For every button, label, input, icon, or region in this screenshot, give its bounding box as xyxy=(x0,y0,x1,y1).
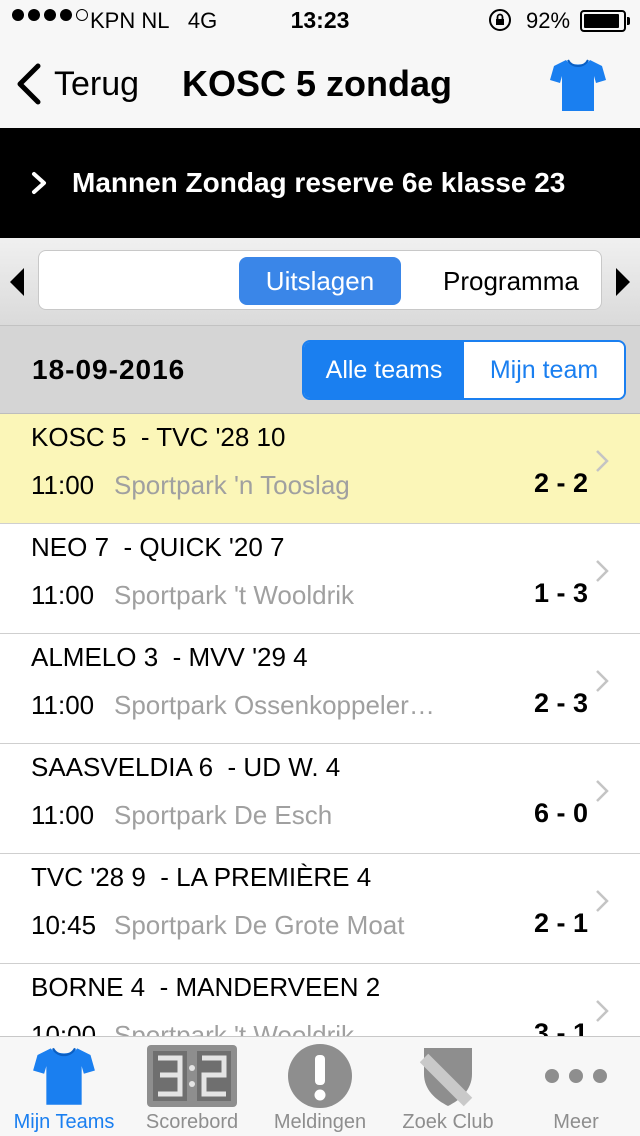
match-teams: TVC '28 9 - LA PREMIÈRE 4 xyxy=(31,862,372,892)
filter-my-team[interactable]: Mijn team xyxy=(464,342,624,398)
shirt-icon xyxy=(33,1047,95,1105)
competition-selector[interactable]: Mannen Zondag reserve 6e klasse 23 xyxy=(0,128,640,238)
chevron-right-icon xyxy=(32,172,46,194)
tab-zoek-club[interactable]: Zoek Club xyxy=(384,1037,512,1136)
club-shield-icon xyxy=(420,1048,473,1107)
match-teams: ALMELO 3 - MVV '29 4 xyxy=(31,642,308,672)
tab-meer[interactable]: Meer xyxy=(512,1037,640,1136)
tab-programma[interactable]: Programma xyxy=(443,257,579,305)
page-title: KOSC 5 zondag xyxy=(182,63,453,104)
competition-label: Mannen Zondag reserve 6e klasse 23 xyxy=(72,167,566,198)
match-time: 11:00 xyxy=(31,470,95,500)
tab-bar: Mijn Teams Scorebord Meldingen Zoek Club… xyxy=(0,1036,640,1136)
tab-label: Meldingen xyxy=(273,1111,367,1133)
match-score: 2 - 1 xyxy=(533,908,588,938)
back-label: Terug xyxy=(54,64,140,103)
match-score: 6 - 0 xyxy=(533,798,588,828)
match-venue: Sportpark Ossenkoppeler… xyxy=(114,690,435,720)
match-score: 2 - 3 xyxy=(533,688,588,718)
match-time: 11:00 xyxy=(31,580,95,610)
match-time: 11:00 xyxy=(31,800,95,830)
tab-label: Scorebord xyxy=(145,1111,239,1133)
tab-label: Mijn Teams xyxy=(13,1111,115,1133)
battery-percent: 92% xyxy=(526,8,571,33)
match-row[interactable]: SAASVELDIA 6 - UD W. 4 11:00 Sportpark D… xyxy=(0,744,640,854)
match-row[interactable]: BORNE 4 - MANDERVEEN 2 10:00 Sportpark '… xyxy=(0,964,640,1036)
scoreboard-icon xyxy=(147,1045,237,1107)
battery-fill xyxy=(584,14,619,28)
tab-label: Zoek Club xyxy=(402,1111,494,1133)
match-score: 2 - 2 xyxy=(533,468,588,498)
match-row[interactable]: ALMELO 3 - MVV '29 4 11:00 Sportpark Oss… xyxy=(0,634,640,744)
match-teams: BORNE 4 - MANDERVEEN 2 xyxy=(31,972,381,1002)
match-score: 1 - 3 xyxy=(533,578,588,608)
match-teams: SAASVELDIA 6 - UD W. 4 xyxy=(31,752,341,782)
segment-prev-arrow[interactable] xyxy=(6,264,28,300)
disclosure-chevron-icon xyxy=(596,450,609,472)
tab-uitslagen[interactable]: Uitslagen xyxy=(239,257,401,305)
match-time: 11:00 xyxy=(31,690,95,720)
filter-all-teams[interactable]: Alle teams xyxy=(304,342,464,398)
match-venue: Sportpark 't Wooldrik xyxy=(114,1020,355,1036)
match-teams: KOSC 5 - TVC '28 10 xyxy=(31,422,286,452)
tab-label: Meer xyxy=(553,1111,599,1133)
chevron-left-icon xyxy=(17,63,41,105)
back-button[interactable]: Terug xyxy=(14,62,139,106)
match-row[interactable]: NEO 7 - QUICK '20 7 11:00 Sportpark 't W… xyxy=(0,524,640,634)
team-shirt-button[interactable] xyxy=(548,56,608,114)
match-score: 3 - 1 xyxy=(533,1018,588,1036)
view-segment-row: Uitslagen Programma xyxy=(0,238,640,326)
match-row[interactable]: TVC '28 9 - LA PREMIÈRE 4 10:45 Sportpar… xyxy=(0,854,640,964)
view-segment-control: Uitslagen Programma xyxy=(38,250,602,310)
alert-icon xyxy=(288,1044,352,1108)
match-teams: NEO 7 - QUICK '20 7 xyxy=(31,532,285,562)
more-dots-icon xyxy=(545,1069,607,1083)
disclosure-chevron-icon xyxy=(596,890,609,912)
disclosure-chevron-icon xyxy=(596,1000,609,1022)
battery-icon xyxy=(580,10,630,32)
disclosure-chevron-icon xyxy=(596,560,609,582)
match-date: 18-09-2016 xyxy=(32,354,186,385)
match-venue: Sportpark De Grote Moat xyxy=(114,910,405,940)
match-time: 10:45 xyxy=(31,910,97,940)
match-venue: Sportpark 'n Tooslag xyxy=(114,470,350,500)
match-row[interactable]: KOSC 5 - TVC '28 10 11:00 Sportpark 'n T… xyxy=(0,414,640,524)
disclosure-chevron-icon xyxy=(596,780,609,802)
rotation-lock-icon xyxy=(489,9,511,31)
team-filter-toggle: Alle teams Mijn team xyxy=(302,340,626,400)
tab-mijn-teams[interactable]: Mijn Teams xyxy=(0,1037,128,1136)
match-list[interactable]: KOSC 5 - TVC '28 10 11:00 Sportpark 'n T… xyxy=(0,414,640,1036)
match-time: 10:00 xyxy=(31,1020,97,1036)
status-bar: KPN NL 4G 13:23 92% xyxy=(0,0,640,40)
match-venue: Sportpark De Esch xyxy=(114,800,333,830)
navigation-bar: Terug KOSC 5 zondag xyxy=(0,40,640,128)
tab-scorebord[interactable]: Scorebord xyxy=(128,1037,256,1136)
match-venue: Sportpark 't Wooldrik xyxy=(114,580,355,610)
segment-next-arrow[interactable] xyxy=(612,264,634,300)
date-filter-row: 18-09-2016 Alle teams Mijn team xyxy=(0,326,640,414)
disclosure-chevron-icon xyxy=(596,670,609,692)
tab-meldingen[interactable]: Meldingen xyxy=(256,1037,384,1136)
